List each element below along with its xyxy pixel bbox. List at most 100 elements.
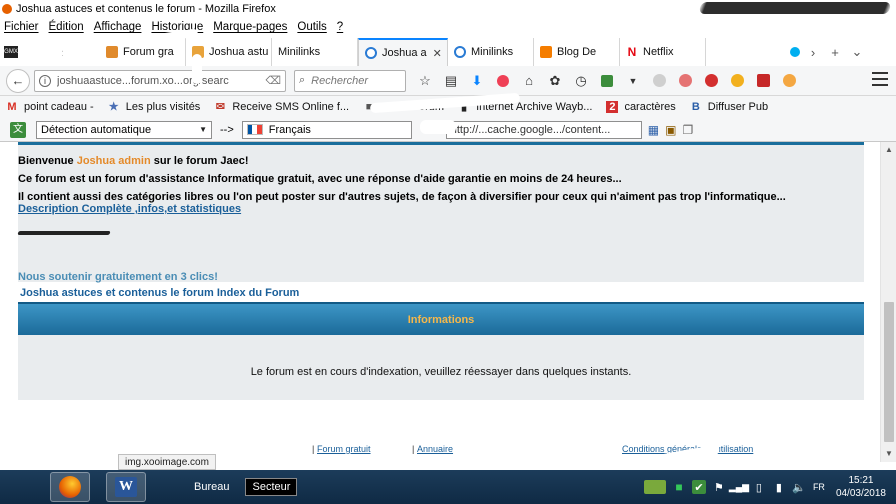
bookmark-star-icon[interactable]: ☆ [414, 70, 436, 92]
dropdown-icon[interactable]: ▼ [622, 70, 644, 92]
scroll-up-icon[interactable]: ▲ [881, 142, 896, 158]
bureau-toolbar[interactable]: Bureau [194, 481, 229, 493]
forum-gratuit-link[interactable]: Forum gratuit [317, 444, 371, 454]
annuaire-link[interactable]: Annuaire [417, 444, 453, 454]
volume-icon[interactable]: 🔈 [792, 480, 806, 494]
tab-active[interactable]: Joshua a ✕ [358, 38, 448, 66]
scroll-down-icon[interactable]: ▼ [881, 446, 896, 462]
battery-icon[interactable]: ▯ [752, 480, 766, 494]
tab[interactable]: Minilinks [448, 38, 534, 66]
extension-icon[interactable]: ✿ [544, 70, 566, 92]
information-title: Informations [407, 313, 475, 326]
forum-icon [106, 46, 118, 58]
scrollbar-thumb[interactable] [884, 302, 894, 442]
clipboard-icon[interactable]: ▣ [665, 123, 676, 137]
bookmark-item[interactable]: ✉ Receive SMS Online f... [214, 101, 349, 113]
source-language-select[interactable]: Détection automatique ▼ [36, 120, 212, 139]
taskbar: W Bureau Secteur ■ ✔ ⚑ ▂▄▆ ▯ ▮ 🔈 FR 15:2… [0, 470, 896, 504]
site-info-icon[interactable]: i [39, 74, 51, 87]
addon-icon[interactable] [726, 70, 748, 92]
menu-outils[interactable]: Outils [297, 21, 326, 33]
translate-url-field[interactable]: http://...cache.google.../content... [445, 120, 642, 139]
green-square-icon[interactable]: ■ [672, 480, 686, 494]
bookmark-item[interactable]: M point cadeau - [6, 101, 93, 113]
back-arrow-icon: ← [11, 73, 25, 88]
firefox-taskbar-button[interactable] [50, 472, 90, 502]
translate-page-icon[interactable]: ▦ [648, 123, 659, 137]
redaction-scribble [17, 231, 111, 235]
tab[interactable]: Minilinks [272, 38, 358, 66]
chevron-down-icon: ▼ [199, 125, 207, 134]
network-icon[interactable]: ▂▄▆ [729, 480, 749, 494]
title-bar: Joshua astuces et contenus le forum - Mo… [0, 0, 896, 18]
close-tab-icon[interactable]: ✕ [433, 47, 442, 60]
menu-aide[interactable]: ? [337, 21, 343, 33]
redaction-scribble [192, 54, 202, 84]
breadcrumb[interactable]: Joshua astuces et contenus le forum Inde… [20, 287, 299, 299]
redaction-scribble [52, 38, 62, 64]
language-icon[interactable]: FR [812, 480, 826, 494]
addon-icon[interactable] [648, 70, 670, 92]
device-icon[interactable]: ▮ [772, 480, 786, 494]
menu-fichier[interactable]: Fichier [4, 21, 39, 33]
bookmark-item[interactable]: ★ Les plus visités [108, 101, 201, 113]
tab-scroll-right-icon[interactable]: › [802, 38, 824, 66]
netflix-icon: N [626, 45, 638, 59]
diffuser-pub-icon: B [691, 101, 700, 113]
history-icon[interactable]: ◷ [570, 70, 592, 92]
word-taskbar-button[interactable]: W [106, 472, 146, 502]
window-title: Joshua astuces et contenus le forum - Mo… [16, 3, 276, 15]
pinned-tab[interactable]: GMX [0, 38, 22, 66]
menu-edition[interactable]: Édition [49, 21, 84, 33]
tab[interactable]: Blog De [534, 38, 620, 66]
support-link[interactable]: Nous soutenir gratuitement en 3 clics! [18, 271, 218, 283]
bookmark-item[interactable]: 2 caractères [606, 101, 676, 113]
redaction-scribble [724, 42, 764, 64]
welcome-panel: Bienvenue Joshua admin sur le forum Jaec… [17, 142, 864, 283]
clock[interactable]: 15:21 04/03/2018 [836, 474, 886, 500]
clock-date: 04/03/2018 [835, 488, 886, 499]
new-tab-icon[interactable]: + [824, 38, 846, 66]
copy-icon[interactable]: ❐ [682, 123, 693, 137]
pdf-icon[interactable] [752, 70, 774, 92]
firefox-icon [2, 4, 12, 14]
addon-icon[interactable] [778, 70, 800, 92]
search-input[interactable]: ⌕ Rechercher [294, 69, 406, 92]
addon-icon[interactable] [700, 70, 722, 92]
navigation-bar: ← i joshuaastuce...forum.xo...org/searc … [0, 66, 896, 96]
description-link[interactable]: Description Complète ,infos,et statistiq… [18, 203, 241, 215]
clock-time: 15:21 [848, 475, 874, 486]
back-button[interactable]: ← [6, 68, 30, 93]
skype-icon[interactable] [788, 38, 802, 66]
go-icon[interactable]: ⌫ [265, 74, 281, 87]
flag-icon[interactable]: ⚑ [712, 480, 726, 494]
redaction-scribble [698, 2, 892, 14]
menu-affichage[interactable]: Affichage [94, 21, 142, 33]
url-bar[interactable]: i joshuaastuce...forum.xo...org/searc ⌫ [34, 69, 286, 92]
page-content: Bienvenue Joshua admin sur le forum Jaec… [0, 142, 880, 462]
home-icon[interactable]: ⌂ [518, 70, 540, 92]
redaction-scribble [402, 444, 408, 472]
tab-list-icon[interactable]: ⌄ [846, 38, 868, 66]
tab[interactable]: N Netflix [620, 38, 706, 66]
translate-addon-icon[interactable] [596, 70, 618, 92]
addon-icon[interactable] [674, 70, 696, 92]
pocket-icon[interactable] [492, 70, 514, 92]
bookmark-item[interactable]: B Diffuser Pub [690, 101, 768, 113]
information-box: Informations Le forum est en cours d'ind… [18, 302, 864, 400]
target-language-select[interactable]: Français [241, 120, 412, 139]
search-icon: ⌕ [299, 74, 306, 86]
menu-bar: Fichier Édition Affichage Historique Mar… [0, 18, 896, 36]
reader-view-icon[interactable]: ▤ [440, 70, 462, 92]
menu-icon[interactable] [872, 72, 888, 86]
status-url: img.xooimage.com [118, 454, 216, 470]
secteur-label[interactable]: Secteur [245, 478, 298, 496]
toolbar-icons: ☆ ▤ ⬇ ⌂ ✿ ◷ ▼ [414, 70, 804, 92]
tray-app-icon[interactable] [643, 480, 666, 494]
check-icon[interactable]: ✔ [691, 480, 706, 494]
caracteres-icon: 2 [606, 101, 619, 113]
downloads-icon[interactable]: ⬇ [466, 70, 488, 92]
menu-marque-pages[interactable]: Marque-pages [213, 21, 287, 33]
vertical-scrollbar[interactable]: ▲ ▼ [880, 142, 896, 462]
username[interactable]: Joshua admin [77, 155, 151, 167]
